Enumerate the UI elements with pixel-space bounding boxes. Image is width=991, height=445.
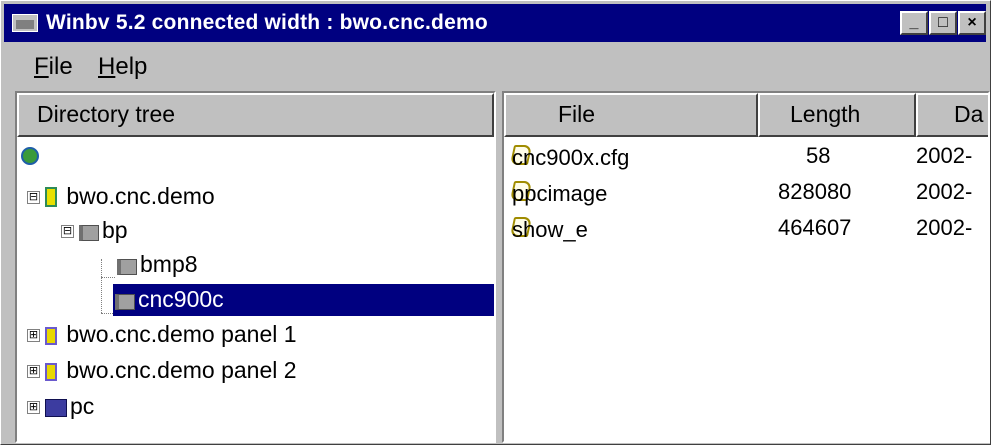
folder-icon <box>79 225 99 241</box>
file-list-pane[interactable]: File Length Da cnc900x.cfg 58 2002- ppci… <box>502 91 990 443</box>
folder-icon <box>117 259 137 275</box>
tree-connector <box>101 277 115 278</box>
tree-connector <box>101 259 102 313</box>
folder-icon <box>115 294 135 310</box>
file-date: 2002- <box>916 215 973 240</box>
menu-file[interactable]: File <box>34 53 73 81</box>
file-length: 464607 <box>778 215 852 240</box>
menu-bar: File Help <box>4 45 986 87</box>
file-length: 828080 <box>778 179 852 204</box>
expander-bwo-cnc-demo[interactable]: ⊟ <box>27 191 40 204</box>
column-header-date[interactable]: Da <box>916 93 988 137</box>
computer-icon <box>45 399 67 417</box>
directory-tree-pane[interactable]: Directory tree ⊟ bwo.cnc.demo ⊟ bp bmp8 … <box>15 91 496 443</box>
tree-node-pc[interactable]: pc <box>45 391 94 423</box>
panel-icon <box>45 363 57 381</box>
directory-tree: ⊟ bwo.cnc.demo ⊟ bp bmp8 cnc900c ⊞ bwo.c… <box>17 137 494 441</box>
application-window: Winbv 5.2 connected width : bwo.cnc.demo… <box>0 0 991 445</box>
tree-node-bp[interactable]: bp <box>79 215 128 247</box>
tree-node-bmp8[interactable]: bmp8 <box>117 249 198 281</box>
file-row[interactable]: ppcimage 828080 2002- <box>504 177 988 213</box>
panel-icon <box>45 327 57 345</box>
expander-bp[interactable]: ⊟ <box>61 225 74 238</box>
network-icon <box>21 147 39 165</box>
directory-tree-header[interactable]: Directory tree <box>17 93 494 137</box>
tree-root[interactable] <box>21 139 42 171</box>
file-date: 2002- <box>916 179 973 204</box>
column-header-length[interactable]: Length <box>758 93 916 137</box>
maximize-button[interactable]: □ <box>929 11 957 35</box>
menu-help[interactable]: Help <box>98 53 147 81</box>
file-row[interactable]: cnc900x.cfg 58 2002- <box>504 141 988 177</box>
tree-node-panel-1[interactable]: bwo.cnc.demo panel 1 <box>45 319 297 351</box>
minimize-button[interactable]: _ <box>900 11 928 35</box>
app-icon[interactable] <box>12 14 38 32</box>
expander-pc[interactable]: ⊞ <box>27 401 40 414</box>
expander-panel-2[interactable]: ⊞ <box>27 365 40 378</box>
file-row[interactable]: show_e 464607 2002- <box>504 213 988 249</box>
title-bar[interactable]: Winbv 5.2 connected width : bwo.cnc.demo… <box>4 4 986 42</box>
tree-node-bwo-cnc-demo[interactable]: bwo.cnc.demo <box>45 181 215 213</box>
column-header-file[interactable]: File <box>504 93 758 137</box>
expander-panel-1[interactable]: ⊞ <box>27 329 40 342</box>
file-date: 2002- <box>916 143 973 168</box>
server-icon <box>45 187 57 207</box>
tree-node-cnc900c[interactable]: cnc900c <box>113 284 494 316</box>
window-title: Winbv 5.2 connected width : bwo.cnc.demo <box>46 11 488 34</box>
tree-node-panel-2[interactable]: bwo.cnc.demo panel 2 <box>45 355 297 387</box>
file-length: 58 <box>806 143 831 168</box>
close-button[interactable]: × <box>958 11 986 35</box>
